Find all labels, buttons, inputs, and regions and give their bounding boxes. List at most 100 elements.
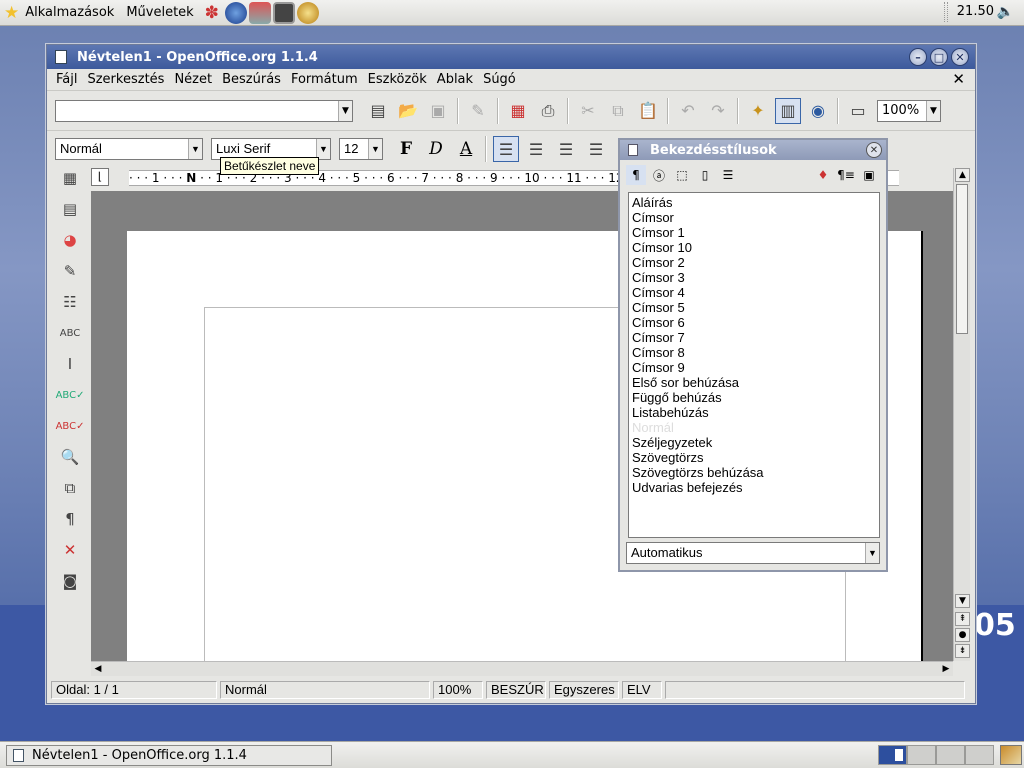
status-zoom[interactable]: 100% (433, 681, 483, 699)
graphics-off-icon[interactable]: ✕ (56, 537, 84, 563)
nonprinting-characters-icon[interactable]: ¶ (56, 506, 84, 532)
tab-stop-selector[interactable]: ⌊ (91, 168, 109, 186)
list-item[interactable]: Aláírás (632, 195, 876, 210)
justify-icon[interactable]: ☰ (583, 136, 609, 162)
office-suite-icon[interactable] (296, 1, 319, 24)
zoom-select[interactable]: 100% ▼ (877, 99, 941, 122)
cut-icon[interactable]: ✂ (575, 98, 601, 124)
list-item[interactable]: Széljegyzetek (632, 435, 876, 450)
close-stylist-button[interactable]: ✕ (866, 142, 882, 158)
scroll-up-button[interactable]: ▲ (955, 168, 970, 182)
help-lifebuoy-icon[interactable]: ✽ (201, 2, 223, 24)
list-item[interactable]: Címsor 4 (632, 285, 876, 300)
web-browser-icon[interactable] (224, 1, 247, 24)
paragraph-style-select[interactable]: Normál ▼ (55, 138, 203, 160)
data-source-icon[interactable]: ⧉ (56, 475, 84, 501)
find-replace-icon[interactable]: 🔍 (56, 444, 84, 470)
spellcheck-icon[interactable]: ABC✓ (56, 382, 85, 408)
list-item[interactable]: Címsor (632, 210, 876, 225)
taskbar-item[interactable]: Névtelen1 - OpenOffice.org 1.1.4 (6, 745, 332, 766)
align-left-icon[interactable]: ☰ (493, 136, 519, 162)
paste-icon[interactable]: 📋 (635, 98, 661, 124)
navigator-icon[interactable]: ✦ (745, 98, 771, 124)
style-list[interactable]: Aláírás Címsor Címsor 1 Címsor 10 Címsor… (628, 192, 880, 538)
open-folder-icon[interactable]: 📂 (395, 98, 421, 124)
print-icon[interactable]: ⎙ (535, 98, 561, 124)
character-styles-icon[interactable]: ⓐ (649, 165, 669, 185)
status-hyperlink-mode[interactable]: ELV (622, 681, 662, 699)
applications-menu[interactable]: Alkalmazások (19, 5, 120, 20)
align-right-icon[interactable]: ☰ (553, 136, 579, 162)
workspace-switcher[interactable] (878, 745, 994, 765)
workspace-3[interactable] (936, 745, 965, 765)
terminal-icon[interactable] (272, 1, 295, 24)
scroll-left-button[interactable]: ◀ (91, 662, 105, 676)
list-item[interactable]: Címsor 8 (632, 345, 876, 360)
edit-mode-icon[interactable]: ✎ (465, 98, 491, 124)
volume-icon[interactable]: 🔈 (997, 4, 1014, 20)
email-client-icon[interactable] (248, 1, 271, 24)
insert-fields-icon[interactable]: ▤ (56, 196, 84, 222)
bold-button[interactable]: F (393, 136, 419, 162)
save-icon[interactable]: ▣ (425, 98, 451, 124)
style-filter-select[interactable]: Automatikus ▼ (626, 542, 880, 564)
status-insert-mode[interactable]: BESZÚR (486, 681, 546, 699)
list-item[interactable]: Listabehúzás (632, 405, 876, 420)
horizontal-scrollbar[interactable]: ◀ ▶ (91, 661, 953, 676)
italic-button[interactable]: D (423, 136, 449, 162)
chevron-down-icon[interactable]: ▼ (865, 543, 879, 563)
form-functions-icon[interactable]: ☷ (56, 289, 84, 315)
vertical-scrollbar[interactable]: ▲ ▼ ⇞ ● ⇟ (953, 168, 970, 661)
list-item-selected[interactable]: Normál (632, 420, 876, 435)
text-cursor-icon[interactable]: I (56, 351, 84, 377)
data-sources-icon[interactable]: ▭ (845, 98, 871, 124)
chevron-down-icon[interactable]: ▼ (188, 139, 202, 159)
workspace-2[interactable] (907, 745, 936, 765)
minimize-button[interactable]: – (909, 48, 927, 66)
insert-objects-icon[interactable]: ◕ (56, 227, 84, 253)
previous-page-button[interactable]: ⇞ (955, 612, 970, 626)
chevron-down-icon[interactable]: ▼ (338, 100, 352, 121)
gallery-icon[interactable]: ◉ (805, 98, 831, 124)
stylist-titlebar[interactable]: Bekezdésstílusok ✕ (620, 140, 886, 160)
list-item[interactable]: Első sor behúzása (632, 375, 876, 390)
actions-menu[interactable]: Műveletek (120, 5, 199, 20)
chevron-down-icon[interactable]: ▼ (316, 139, 330, 159)
new-style-from-selection-icon[interactable]: ¶≡ (836, 165, 856, 185)
page-styles-icon[interactable]: ▯ (695, 165, 715, 185)
list-item[interactable]: Szövegtörzs (632, 450, 876, 465)
status-selection-mode[interactable]: Egyszeres (549, 681, 619, 699)
chevron-down-icon[interactable]: ▼ (926, 100, 940, 121)
star-icon[interactable]: ★ (4, 3, 19, 23)
copy-icon[interactable]: ⧉ (605, 98, 631, 124)
menu-edit[interactable]: Szerkesztés (82, 72, 169, 87)
list-item[interactable]: Címsor 9 (632, 360, 876, 375)
menu-view[interactable]: Nézet (169, 72, 217, 87)
scroll-right-button[interactable]: ▶ (939, 662, 953, 676)
insert-table-icon[interactable]: ▦ (56, 165, 84, 191)
menu-tools[interactable]: Eszközök (363, 72, 432, 87)
export-pdf-icon[interactable]: ▦ (505, 98, 531, 124)
list-item[interactable]: Címsor 1 (632, 225, 876, 240)
update-style-icon[interactable]: ▣ (859, 165, 879, 185)
list-item[interactable]: Udvarias befejezés (632, 480, 876, 495)
draw-functions-icon[interactable]: ✎ (56, 258, 84, 284)
status-page[interactable]: Oldal: 1 / 1 (51, 681, 217, 699)
list-item[interactable]: Címsor 7 (632, 330, 876, 345)
status-style[interactable]: Normál (220, 681, 430, 699)
menu-file[interactable]: Fájl (51, 72, 82, 87)
next-page-button[interactable]: ⇟ (955, 644, 970, 658)
menu-window[interactable]: Ablak (432, 72, 478, 87)
fill-format-icon[interactable]: ♦ (813, 165, 833, 185)
list-item[interactable]: Címsor 6 (632, 315, 876, 330)
list-item[interactable]: Címsor 5 (632, 300, 876, 315)
menu-insert[interactable]: Beszúrás (217, 72, 286, 87)
scroll-down-button[interactable]: ▼ (955, 594, 970, 608)
maximize-button[interactable]: □ (930, 48, 948, 66)
list-item[interactable]: Szövegtörzs behúzása (632, 465, 876, 480)
font-size-select[interactable]: 12 ▼ (339, 138, 383, 160)
navigation-button[interactable]: ● (955, 628, 970, 642)
workspace-4[interactable] (965, 745, 994, 765)
list-item[interactable]: Címsor 3 (632, 270, 876, 285)
paragraph-styles-icon[interactable]: ¶ (626, 165, 646, 185)
